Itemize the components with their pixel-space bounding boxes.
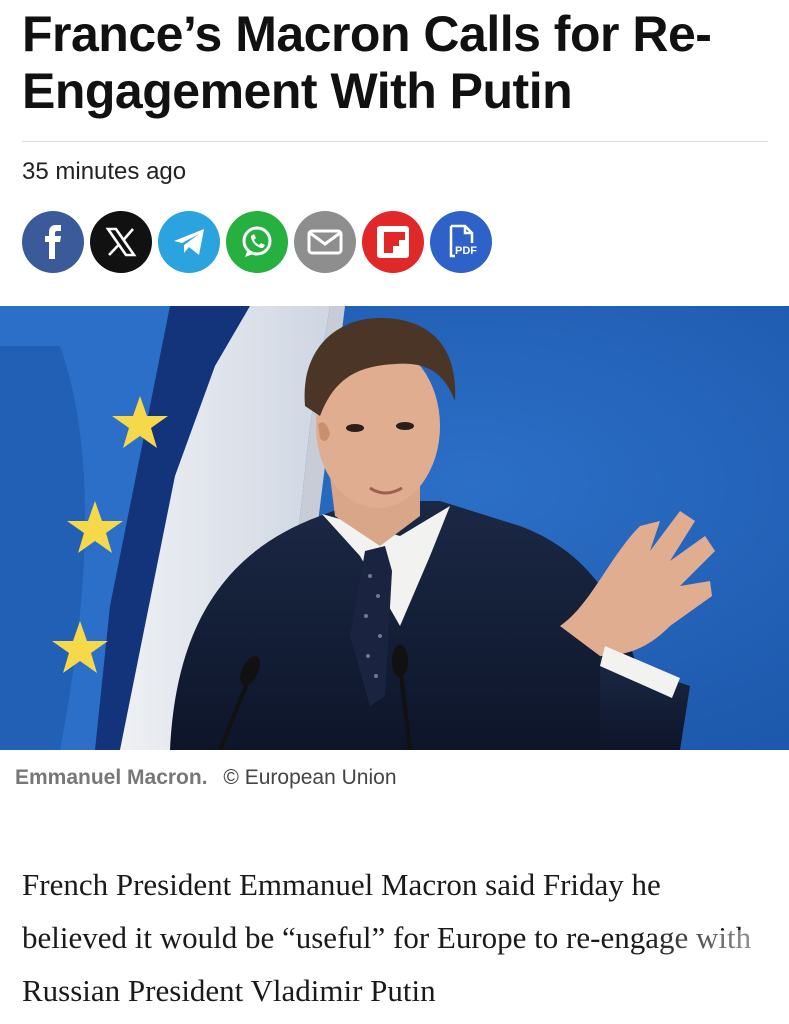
photo-caption: Emmanuel Macron. © European Union <box>15 764 397 792</box>
share-telegram-button[interactable] <box>158 211 220 273</box>
flipboard-icon <box>377 226 409 258</box>
article-photo <box>0 306 789 750</box>
published-time: 35 minutes ago <box>22 158 187 185</box>
share-flipboard-button[interactable] <box>362 211 424 273</box>
pdf-icon: PDF <box>449 224 477 258</box>
caption-credit: © European Union <box>223 766 397 789</box>
share-x-button[interactable] <box>90 211 152 273</box>
article-headline: France’s Macron Calls for Re-Engagement … <box>22 6 712 119</box>
whatsapp-icon <box>242 226 272 257</box>
share-bar: PDF <box>22 211 492 273</box>
article-body: French President Emmanuel Macron said Fr… <box>22 867 752 1008</box>
pdf-label: PDF <box>455 245 477 257</box>
caption-name: Emmanuel Macron. <box>15 766 208 789</box>
share-facebook-button[interactable] <box>22 211 84 273</box>
divider <box>22 141 768 142</box>
email-icon <box>307 229 343 255</box>
facebook-icon <box>45 225 61 259</box>
x-icon <box>105 227 137 257</box>
share-whatsapp-button[interactable] <box>226 211 288 273</box>
telegram-icon <box>174 229 204 255</box>
share-email-button[interactable] <box>294 211 356 273</box>
share-pdf-button[interactable]: PDF <box>430 211 492 273</box>
